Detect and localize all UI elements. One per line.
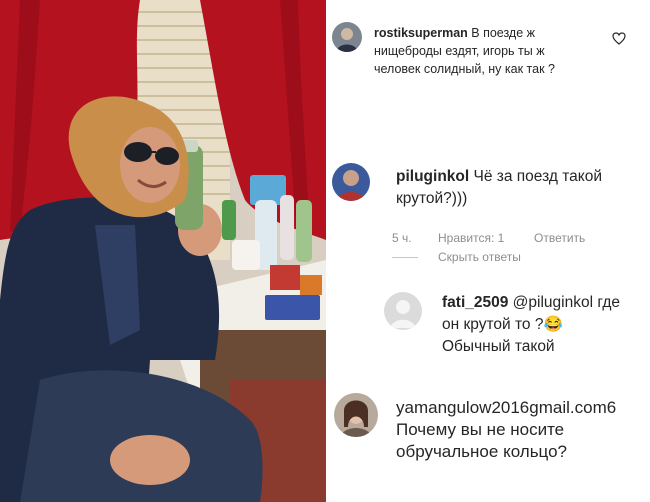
comment-line: обручальное кольцо?	[396, 442, 568, 461]
comment-username[interactable]: yamangulow2016gmail.com6	[396, 398, 616, 417]
comments-panel: rostiksuperman В поезде ж нищеброды ездя…	[326, 0, 650, 502]
user-photo-avatar-icon[interactable]	[332, 163, 370, 201]
comment-line: нищеброды ездят, игорь ты ж	[374, 44, 545, 58]
comment-line: Чё за поезд такой	[473, 168, 602, 185]
user-photo-avatar-icon[interactable]	[332, 22, 362, 52]
comment-text: piluginkol Чё за поезд такой крутой?)))	[396, 166, 636, 210]
comment-text: rostiksuperman В поезде ж нищеброды ездя…	[374, 24, 614, 78]
comment-username[interactable]: piluginkol	[396, 168, 469, 185]
comment-time: 5 ч.	[392, 231, 412, 245]
comment-line: В поезде ж	[471, 26, 536, 40]
comment-text: fati_2509 @piluginkol где он крутой то ?…	[442, 292, 642, 358]
heart-outline-icon[interactable]	[612, 32, 626, 50]
comment-username[interactable]: rostiksuperman	[374, 26, 468, 40]
reply-button[interactable]: Ответить	[534, 231, 585, 245]
default-user-avatar-icon[interactable]	[384, 292, 422, 330]
comment-line: крутой?)))	[396, 190, 468, 207]
comment-line: где	[597, 294, 620, 311]
hide-replies-button[interactable]: Скрыть ответы	[438, 250, 521, 264]
comment-line: Почему вы не носите	[396, 420, 565, 439]
user-photo-avatar-icon[interactable]	[334, 393, 378, 437]
comment-text: yamangulow2016gmail.com6 Почему вы не но…	[396, 397, 650, 463]
comment-line: человек солидный, ну как так ?	[374, 62, 555, 76]
likes-count[interactable]: Нравится: 1	[438, 231, 504, 245]
post-photo	[0, 0, 326, 502]
comment-line: Обычный такой	[442, 338, 555, 355]
comment-line: он крутой то ?😂	[442, 316, 563, 333]
replies-divider	[392, 257, 418, 258]
comment-username[interactable]: fati_2509	[442, 294, 508, 311]
comment-mention[interactable]: @piluginkol	[513, 294, 593, 311]
